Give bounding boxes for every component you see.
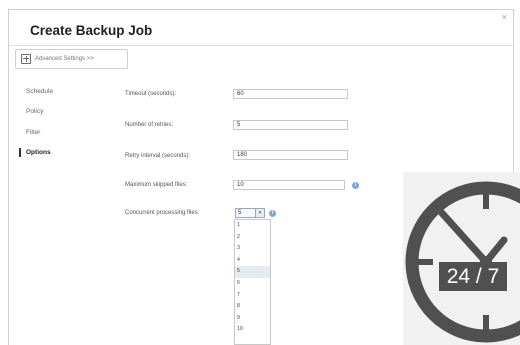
dropdown-option[interactable]: 2 — [235, 232, 270, 244]
dropdown-option[interactable]: 3 — [235, 243, 270, 255]
plus-box-icon — [21, 54, 31, 64]
sidebar-item-filter[interactable]: Filter — [26, 129, 40, 136]
clock-icon — [405, 181, 520, 343]
clock-overlay: 24 / 7 — [403, 172, 520, 345]
retries-label: Number of retries: — [125, 122, 174, 128]
concurrent-files-select[interactable]: 5 ▾ — [235, 208, 265, 218]
advanced-settings-button[interactable]: Advanced Settings >> — [15, 49, 128, 69]
dropdown-option[interactable]: 4 — [235, 255, 270, 267]
concurrent-files-label: Concurrent processing files: — [125, 210, 200, 216]
sidebar-item-options[interactable]: Options — [26, 149, 51, 156]
retry-interval-input[interactable]: 180 — [233, 150, 348, 160]
advanced-settings-label: Advanced Settings >> — [35, 56, 94, 62]
chevron-down-icon[interactable]: ▾ — [255, 209, 264, 217]
retries-input[interactable]: 5 — [233, 120, 348, 130]
info-icon[interactable]: i — [269, 210, 276, 217]
timeout-input[interactable]: 60 — [233, 89, 348, 99]
dropdown-option[interactable]: 8 — [235, 301, 270, 313]
dropdown-option[interactable]: 9 — [235, 313, 270, 325]
dropdown-option[interactable]: 10 — [235, 324, 270, 336]
info-icon[interactable]: i — [352, 182, 359, 189]
concurrent-files-value: 5 — [238, 210, 242, 216]
24-7-badge: 24 / 7 — [439, 262, 507, 291]
dropdown-option[interactable]: 7 — [235, 290, 270, 302]
dialog-title: Create Backup Job — [30, 23, 153, 38]
timeout-label: Timeout (seconds): — [125, 91, 177, 97]
sidebar-item-policy[interactable]: Policy — [26, 108, 43, 115]
max-skipped-label: Maximum skipped files: — [125, 182, 188, 188]
sidebar-item-schedule[interactable]: Schedule — [26, 88, 53, 95]
dropdown-option[interactable]: 6 — [235, 278, 270, 290]
retry-interval-label: Retry interval (seconds): — [125, 153, 191, 159]
dropdown-option[interactable]: 1 — [235, 220, 270, 232]
close-icon[interactable]: × — [502, 13, 507, 22]
max-skipped-input[interactable]: 10 — [233, 180, 345, 190]
dropdown-option-highlighted[interactable]: 5 — [235, 266, 270, 278]
title-divider — [9, 45, 513, 46]
concurrent-files-dropdown: 1 2 3 4 5 6 7 8 9 10 — [234, 219, 271, 345]
active-indicator — [19, 148, 21, 157]
